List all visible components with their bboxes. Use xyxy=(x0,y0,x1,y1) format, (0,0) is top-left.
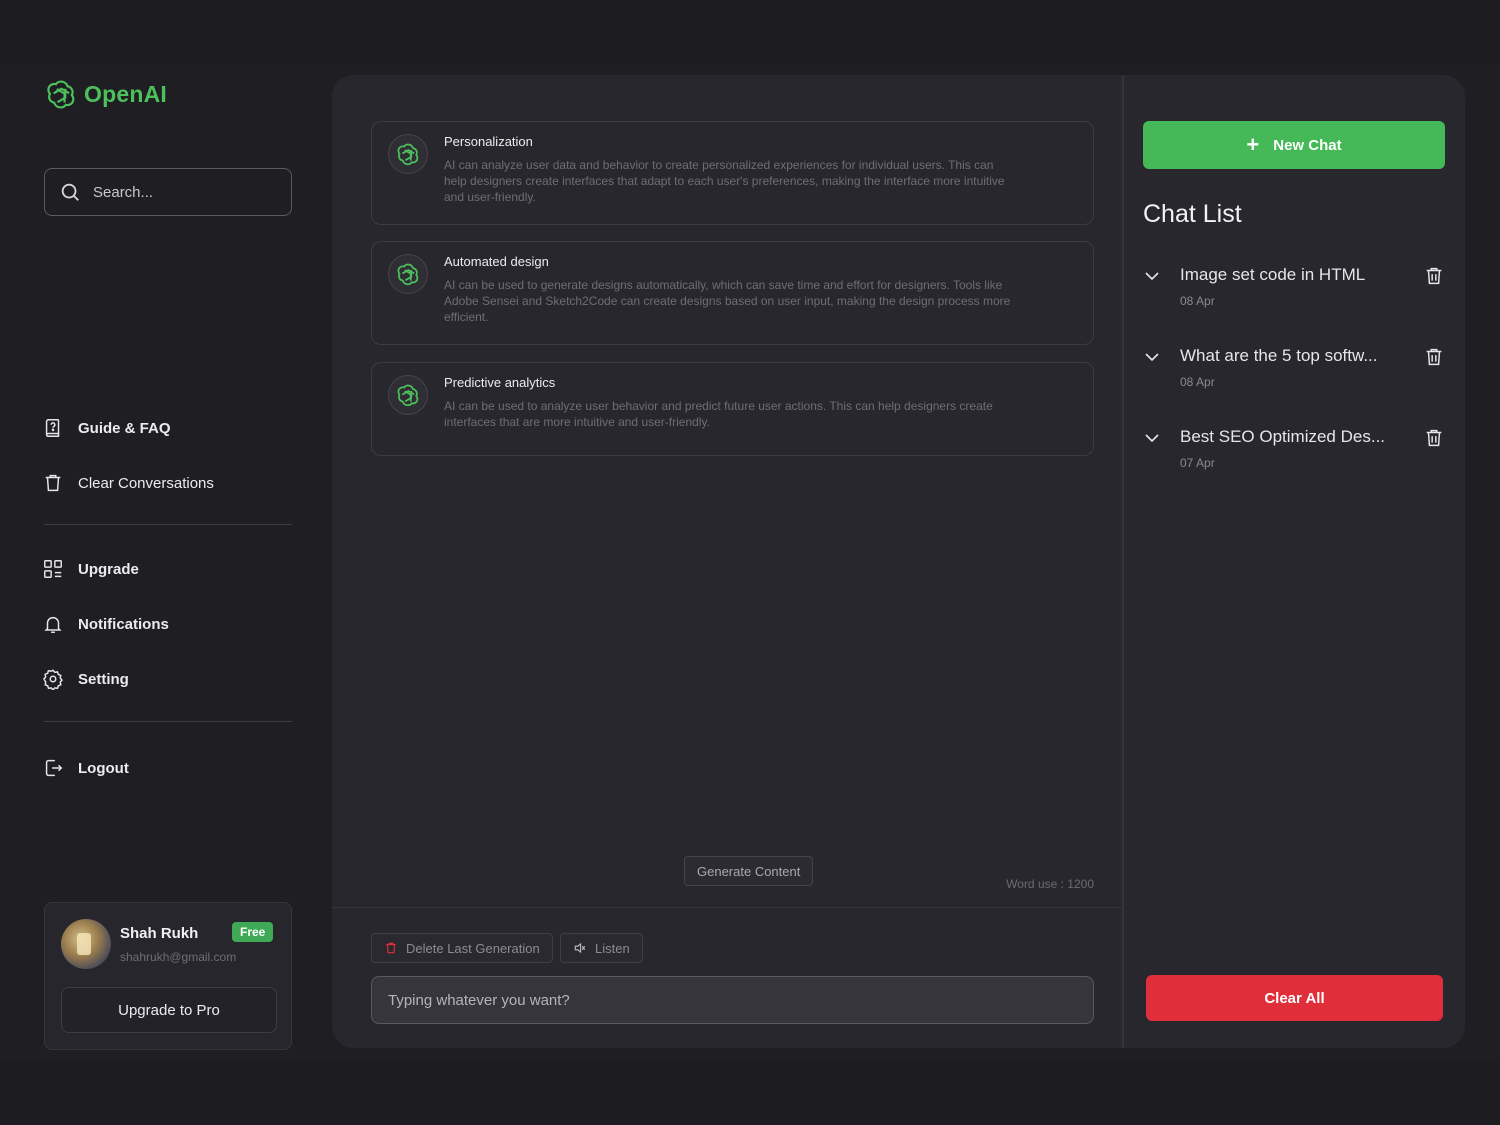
nav-setting[interactable]: Setting xyxy=(42,668,129,690)
brand-logo[interactable]: OpenAI xyxy=(44,77,167,111)
chevron-down-icon[interactable] xyxy=(1143,429,1161,447)
apps-grid-icon xyxy=(44,560,62,578)
trash-icon xyxy=(45,474,61,492)
card-title: Predictive analytics xyxy=(444,375,556,390)
upgrade-to-pro-button[interactable]: Upgrade to Pro xyxy=(61,987,277,1033)
chevron-down-icon[interactable] xyxy=(1143,348,1161,366)
search-field[interactable] xyxy=(44,168,292,216)
chat-date: 08 Apr xyxy=(1180,294,1215,308)
nav-notifications[interactable]: Notifications xyxy=(42,613,169,635)
openai-logo-icon xyxy=(397,143,419,166)
response-card: Personalization AI can analyze user data… xyxy=(371,121,1094,225)
chevron-down-icon[interactable] xyxy=(1143,267,1161,285)
search-icon xyxy=(61,183,79,201)
chat-list-title: Chat List xyxy=(1143,200,1242,228)
openai-logo-icon xyxy=(47,80,75,109)
openai-logo-icon xyxy=(397,384,419,407)
profile-card: Shah Rukh Free shahrukh@gmail.com Upgrad… xyxy=(44,902,292,1050)
chat-list-item[interactable]: Image set code in HTML 08 Apr xyxy=(1143,265,1445,325)
chat-title: Best SEO Optimized Des... xyxy=(1180,427,1386,446)
listen-button[interactable]: Listen xyxy=(560,933,643,963)
chat-date: 08 Apr xyxy=(1180,375,1215,389)
card-title: Personalization xyxy=(444,134,533,149)
delete-last-generation-button[interactable]: Delete Last Generation xyxy=(371,933,553,963)
new-chat-label: New Chat xyxy=(1273,136,1342,154)
listen-label: Listen xyxy=(595,940,630,956)
sidebar: OpenAI Guide & FAQ Clear Conversations U… xyxy=(0,65,330,1060)
assistant-avatar xyxy=(388,134,428,174)
speaker-icon xyxy=(574,942,586,954)
nav-clear-label: Clear Conversations xyxy=(78,474,214,492)
response-card: Automated design AI can be used to gener… xyxy=(371,241,1094,345)
chat-title: What are the 5 top softw... xyxy=(1180,346,1378,365)
nav-clear-conversations[interactable]: Clear Conversations xyxy=(42,472,214,494)
trash-icon[interactable] xyxy=(1423,346,1445,368)
book-question-icon xyxy=(45,419,60,437)
nav-upgrade[interactable]: Upgrade xyxy=(42,558,139,580)
delete-last-generation-label: Delete Last Generation xyxy=(406,940,540,956)
openai-logo-icon xyxy=(397,263,419,286)
panel-divider xyxy=(1122,75,1124,1048)
card-title: Automated design xyxy=(444,254,549,269)
profile-email: shahrukh@gmail.com xyxy=(120,950,237,964)
clear-all-button[interactable]: Clear All xyxy=(1146,975,1443,1021)
sidebar-divider xyxy=(44,721,292,722)
prompt-input[interactable] xyxy=(388,991,1093,1009)
chat-list-item[interactable]: What are the 5 top softw... 08 Apr xyxy=(1143,346,1445,406)
card-body: AI can be used to generate designs autom… xyxy=(444,278,1011,324)
sidebar-divider xyxy=(44,524,292,525)
generate-content-button[interactable]: Generate Content xyxy=(684,856,814,886)
chat-list-item[interactable]: Best SEO Optimized Des... 07 Apr xyxy=(1143,427,1445,487)
composer-divider xyxy=(332,907,1122,908)
nav-setting-label: Setting xyxy=(78,670,129,688)
nav-logout[interactable]: Logout xyxy=(42,757,129,779)
trash-icon[interactable] xyxy=(1423,265,1445,287)
new-chat-button[interactable]: + New Chat xyxy=(1143,121,1445,169)
trash-icon[interactable] xyxy=(1423,427,1445,449)
avatar[interactable] xyxy=(61,919,111,969)
chat-title: Image set code in HTML xyxy=(1180,265,1366,284)
prompt-field[interactable] xyxy=(371,976,1094,1024)
response-card: Predictive analytics AI can be used to a… xyxy=(371,362,1094,456)
nav-guide-faq[interactable]: Guide & FAQ xyxy=(42,417,171,439)
chat-area: Personalization AI can analyze user data… xyxy=(332,75,1122,1048)
plus-icon: + xyxy=(1246,132,1260,157)
plan-badge: Free xyxy=(232,922,274,942)
search-input[interactable] xyxy=(93,183,273,201)
main-panel: Personalization AI can analyze user data… xyxy=(332,75,1465,1048)
assistant-avatar xyxy=(388,254,428,294)
word-use-counter: Word use : 1200 xyxy=(1006,877,1094,891)
trash-icon xyxy=(386,942,396,954)
brand-name: OpenAI xyxy=(84,80,167,107)
nav-logout-label: Logout xyxy=(78,759,129,777)
logout-icon xyxy=(45,759,63,777)
card-body: AI can be used to analyze user behavior … xyxy=(444,399,993,429)
chat-date: 07 Apr xyxy=(1180,456,1215,470)
card-body: AI can analyze user data and behavior to… xyxy=(444,158,1005,204)
nav-notifications-label: Notifications xyxy=(78,615,169,633)
nav-guide-label: Guide & FAQ xyxy=(78,419,171,437)
assistant-avatar xyxy=(388,375,428,415)
profile-name: Shah Rukh xyxy=(120,925,199,942)
nav-upgrade-label: Upgrade xyxy=(78,560,139,578)
bell-icon xyxy=(44,616,62,633)
gear-icon xyxy=(43,669,63,690)
